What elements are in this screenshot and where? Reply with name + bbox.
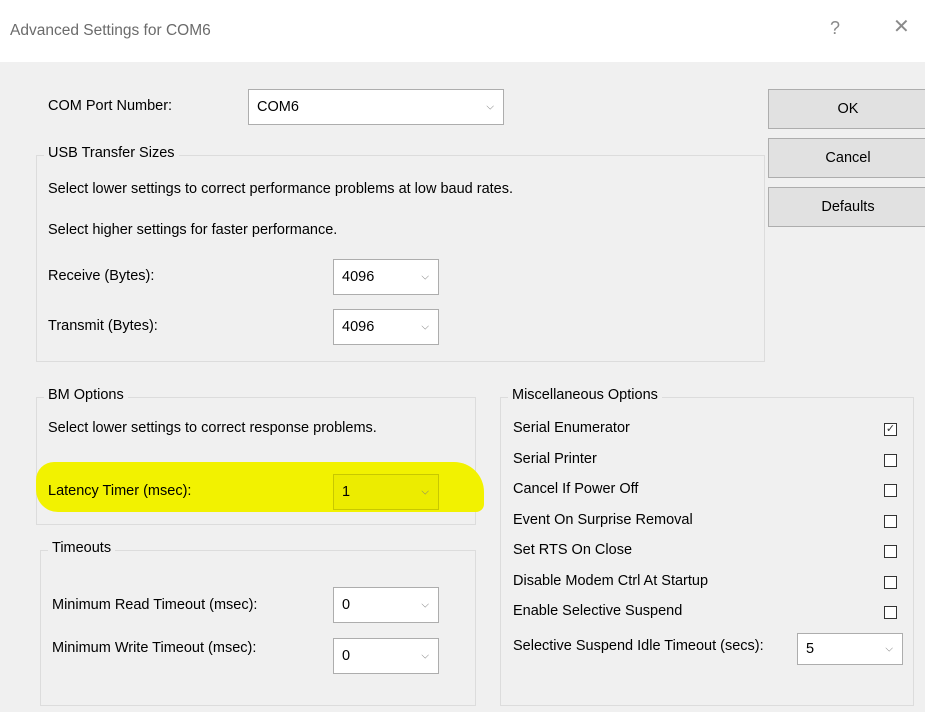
timeouts-group-title: Timeouts [48, 540, 116, 556]
misc-option-label: Event On Surprise Removal [513, 512, 693, 528]
cancel-button[interactable]: Cancel [768, 138, 925, 178]
bm-group-title: BM Options [44, 387, 128, 403]
chevron-down-icon: ⌵ [421, 486, 429, 498]
chevron-down-icon: ⌵ [486, 101, 494, 113]
misc-option-label: Enable Selective Suspend [513, 603, 683, 619]
suspend-timeout-select[interactable]: 5 ⌵ [797, 633, 903, 665]
misc-option-label: Set RTS On Close [513, 542, 633, 558]
title-bar: Advanced Settings for COM6 ? ✕ [0, 0, 925, 62]
misc-option-checkbox[interactable]: ✓ [884, 423, 897, 436]
receive-value: 4096 [342, 269, 375, 285]
misc-group-title: Miscellaneous Options [508, 387, 662, 403]
chevron-down-icon: ⌵ [421, 271, 429, 283]
suspend-timeout-label: Selective Suspend Idle Timeout (secs): [513, 638, 764, 654]
misc-option-checkbox[interactable] [884, 484, 897, 497]
chevron-down-icon: ⌵ [885, 643, 893, 655]
ok-button[interactable]: OK [768, 89, 925, 129]
chevron-down-icon: ⌵ [421, 321, 429, 333]
receive-select[interactable]: 4096 ⌵ [333, 259, 439, 295]
read-timeout-value: 0 [342, 597, 351, 613]
help-button[interactable]: ? [830, 18, 840, 39]
usb-description-1: Select lower settings to correct perform… [48, 181, 514, 197]
misc-option-checkbox[interactable] [884, 606, 897, 619]
transmit-value: 4096 [342, 319, 375, 335]
transmit-select[interactable]: 4096 ⌵ [333, 309, 439, 345]
window-title: Advanced Settings for COM6 [10, 22, 211, 39]
write-timeout-label: Minimum Write Timeout (msec): [52, 640, 257, 656]
misc-option-label: Serial Enumerator [513, 420, 630, 436]
com-port-label: COM Port Number: [48, 98, 173, 114]
misc-option-label: Cancel If Power Off [513, 481, 639, 497]
misc-option-checkbox[interactable] [884, 576, 897, 589]
chevron-down-icon: ⌵ [421, 650, 429, 662]
read-timeout-label: Minimum Read Timeout (msec): [52, 597, 258, 613]
com-port-select[interactable]: COM6 ⌵ [248, 89, 504, 125]
usb-description-2: Select higher settings for faster perfor… [48, 222, 338, 238]
misc-option-label: Serial Printer [513, 451, 597, 467]
misc-option-checkbox[interactable] [884, 515, 897, 528]
read-timeout-select[interactable]: 0 ⌵ [333, 587, 439, 623]
suspend-timeout-value: 5 [806, 641, 815, 657]
write-timeout-select[interactable]: 0 ⌵ [333, 638, 439, 674]
misc-option-label: Disable Modem Ctrl At Startup [513, 573, 709, 589]
write-timeout-value: 0 [342, 648, 351, 664]
latency-value: 1 [342, 484, 351, 500]
misc-option-checkbox[interactable] [884, 454, 897, 467]
usb-group-title: USB Transfer Sizes [44, 145, 179, 161]
transmit-label: Transmit (Bytes): [48, 318, 158, 334]
receive-label: Receive (Bytes): [48, 268, 155, 284]
timeouts-group [40, 550, 476, 706]
latency-label: Latency Timer (msec): [48, 483, 192, 499]
defaults-button[interactable]: Defaults [768, 187, 925, 227]
chevron-down-icon: ⌵ [421, 599, 429, 611]
misc-option-checkbox[interactable] [884, 545, 897, 558]
close-button[interactable]: ✕ [893, 14, 910, 39]
latency-select[interactable]: 1 ⌵ [333, 474, 439, 510]
bm-description: Select lower settings to correct respons… [48, 420, 377, 436]
com-port-value: COM6 [257, 99, 299, 115]
